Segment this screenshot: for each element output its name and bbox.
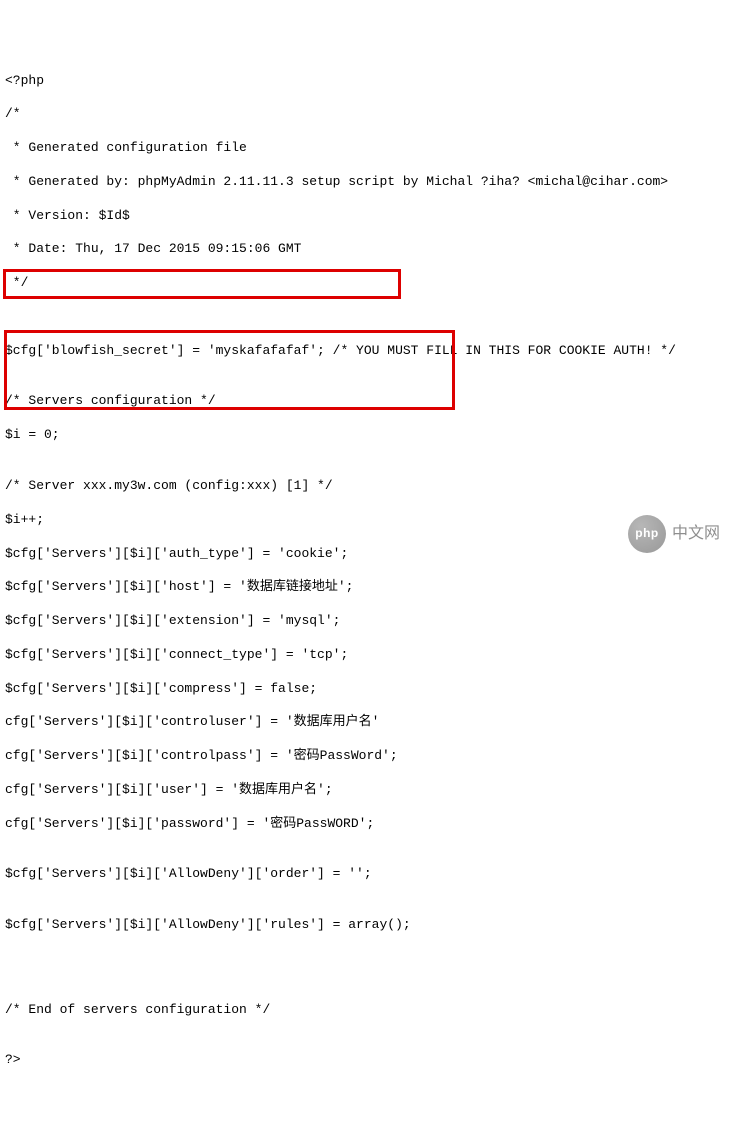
code-line: /*	[5, 106, 730, 123]
code-line: /* Server xxx.my3w.com (config:xxx) [1] …	[5, 478, 730, 495]
code-line: $cfg['Servers'][$i]['host'] = '数据库链接地址';	[5, 579, 730, 596]
code-line: * Version: $Id$	[5, 208, 730, 225]
php-badge-icon: php	[628, 515, 666, 553]
code-line: $i = 0;	[5, 427, 730, 444]
code-line: * Generated by: phpMyAdmin 2.11.11.3 set…	[5, 174, 730, 191]
code-line: cfg['Servers'][$i]['controluser'] = '数据库…	[5, 714, 730, 731]
code-line: $cfg['Servers'][$i]['compress'] = false;	[5, 681, 730, 698]
code-line: $cfg['Servers'][$i]['AllowDeny']['rules'…	[5, 917, 730, 934]
code-line: ?>	[5, 1052, 730, 1069]
code-line: * Date: Thu, 17 Dec 2015 09:15:06 GMT	[5, 241, 730, 258]
code-line: cfg['Servers'][$i]['user'] = '数据库用户名';	[5, 782, 730, 799]
code-line: */	[5, 275, 730, 292]
watermark-logo: php 中文网	[628, 515, 720, 553]
code-line: $cfg['blowfish_secret'] = 'myskafafafaf'…	[5, 343, 730, 360]
watermark-text: 中文网	[672, 524, 720, 545]
code-line: /* Servers configuration */	[5, 393, 730, 410]
code-line: $cfg['Servers'][$i]['AllowDeny']['order'…	[5, 866, 730, 883]
code-line: $cfg['Servers'][$i]['auth_type'] = 'cook…	[5, 546, 730, 563]
code-line: $i++;	[5, 512, 730, 529]
code-line: $cfg['Servers'][$i]['connect_type'] = 't…	[5, 647, 730, 664]
code-line: /* End of servers configuration */	[5, 1002, 730, 1019]
code-line: <?php	[5, 73, 730, 90]
code-line: $cfg['Servers'][$i]['extension'] = 'mysq…	[5, 613, 730, 630]
code-line: cfg['Servers'][$i]['password'] = '密码Pass…	[5, 816, 730, 833]
code-line: cfg['Servers'][$i]['controlpass'] = '密码P…	[5, 748, 730, 765]
code-line: * Generated configuration file	[5, 140, 730, 157]
